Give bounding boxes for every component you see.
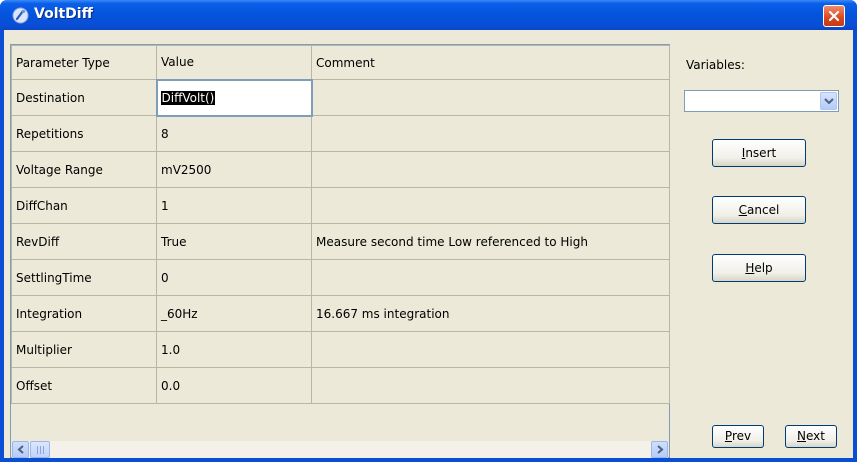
comment-cell[interactable] xyxy=(311,331,670,368)
comment-cell[interactable] xyxy=(311,115,670,152)
value-edit-field[interactable]: DiffVolt() xyxy=(155,78,313,117)
scroll-left-button[interactable] xyxy=(12,441,29,458)
column-header-value[interactable]: Value xyxy=(156,45,312,80)
value-cell[interactable]: 0.0 xyxy=(156,367,312,404)
comment-cell[interactable]: 16.667 ms integration xyxy=(311,295,670,332)
parameter-table: Parameter Type Value Comment Destination… xyxy=(11,45,670,404)
comment-cell[interactable] xyxy=(311,151,670,188)
param-cell[interactable]: Voltage Range xyxy=(11,151,157,188)
table-row: DiffChan 1 xyxy=(11,187,670,224)
comment-cell[interactable]: Measure second time Low referenced to Hi… xyxy=(311,223,670,260)
arrow-left-icon xyxy=(17,445,24,454)
column-header-parameter-type[interactable]: Parameter Type xyxy=(11,45,157,80)
comment-cell[interactable] xyxy=(311,259,670,296)
comment-cell[interactable] xyxy=(311,79,670,116)
param-cell[interactable]: Repetitions xyxy=(11,115,157,152)
scroll-right-button[interactable] xyxy=(651,441,668,458)
comment-cell[interactable] xyxy=(311,367,670,404)
window-title: VoltDiff xyxy=(34,6,93,22)
table-row: Repetitions 8 xyxy=(11,115,670,152)
variables-label: Variables: xyxy=(686,58,745,72)
voltdiff-dialog: VoltDiff Parameter Type Value Comment De… xyxy=(0,0,857,462)
param-cell[interactable]: Integration xyxy=(11,295,157,332)
value-cell[interactable]: 1.0 xyxy=(156,331,312,368)
prev-button[interactable]: Prev xyxy=(712,425,764,448)
value-cell[interactable]: _60Hz xyxy=(156,295,312,332)
param-cell[interactable]: SettlingTime xyxy=(11,259,157,296)
table-row: Multiplier 1.0 xyxy=(11,331,670,368)
title-bar[interactable]: VoltDiff xyxy=(0,0,857,30)
parameter-grid: Parameter Type Value Comment Destination… xyxy=(10,44,670,458)
value-cell[interactable]: mV2500 xyxy=(156,151,312,188)
table-row: RevDiff True Measure second time Low ref… xyxy=(11,223,670,260)
param-cell[interactable]: Offset xyxy=(11,367,157,404)
arrow-right-icon xyxy=(657,445,664,454)
value-cell[interactable]: 1 xyxy=(156,187,312,224)
param-cell[interactable]: Destination xyxy=(11,79,157,116)
value-cell[interactable]: 0 xyxy=(156,259,312,296)
table-row: Destination DiffVolt() xyxy=(11,78,670,117)
param-cell[interactable]: RevDiff xyxy=(11,223,157,260)
comment-cell[interactable] xyxy=(311,187,670,224)
help-button[interactable]: Help xyxy=(712,254,806,282)
variables-dropdown[interactable] xyxy=(684,90,839,112)
table-row: Offset 0.0 xyxy=(11,367,670,404)
header-row: Parameter Type Value Comment xyxy=(11,45,670,80)
app-icon xyxy=(12,7,29,24)
value-text-selected[interactable]: DiffVolt() xyxy=(160,90,216,105)
scroll-thumb[interactable] xyxy=(30,441,50,458)
column-header-comment[interactable]: Comment xyxy=(311,45,670,80)
horizontal-scrollbar[interactable] xyxy=(12,441,668,458)
insert-button[interactable]: Insert xyxy=(712,139,806,167)
close-icon xyxy=(828,10,840,22)
value-cell[interactable]: 8 xyxy=(156,115,312,152)
param-cell[interactable]: DiffChan xyxy=(11,187,157,224)
next-button[interactable]: Next xyxy=(785,425,837,448)
cancel-button[interactable]: Cancel xyxy=(712,196,806,224)
close-button[interactable] xyxy=(823,5,845,27)
dropdown-button[interactable] xyxy=(820,92,837,110)
table-row: SettlingTime 0 xyxy=(11,259,670,296)
right-panel: Variables: Insert Cancel Help Prev Next xyxy=(676,30,853,458)
dialog-client-area: Parameter Type Value Comment Destination… xyxy=(4,30,853,458)
chevron-down-icon xyxy=(824,98,834,105)
param-cell[interactable]: Multiplier xyxy=(11,331,157,368)
table-row: Integration _60Hz 16.667 ms integration xyxy=(11,295,670,332)
table-row: Voltage Range mV2500 xyxy=(11,151,670,188)
value-cell[interactable]: True xyxy=(156,223,312,260)
